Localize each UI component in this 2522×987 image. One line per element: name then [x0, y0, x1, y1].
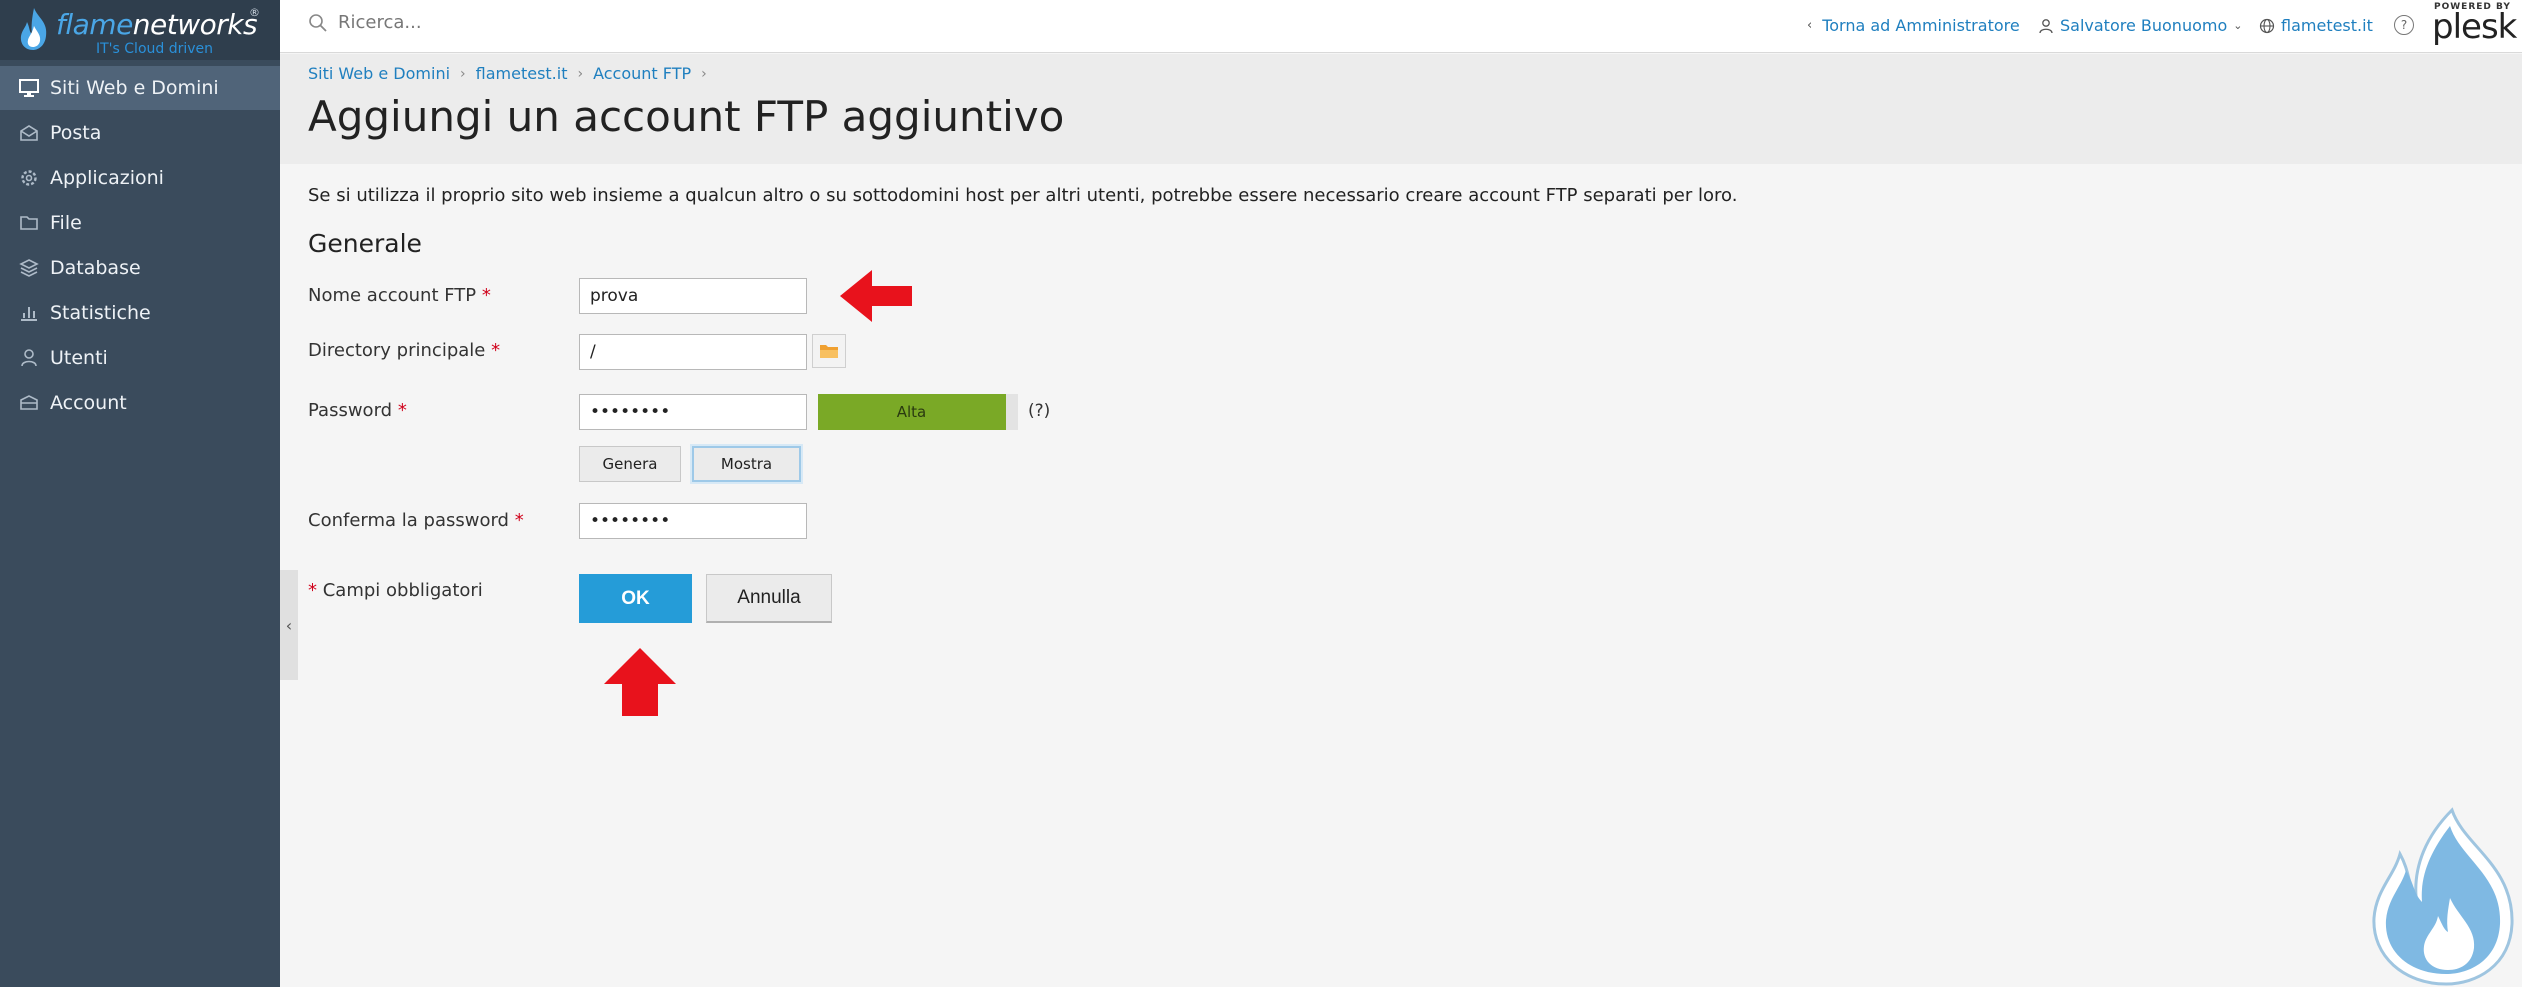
- chevron-down-icon: ⌄: [2233, 19, 2243, 32]
- password-label: Password *: [308, 400, 407, 421]
- sidebar-item-label: File: [50, 212, 82, 234]
- domain-label: flametest.it: [2281, 16, 2373, 35]
- folder-icon: [820, 345, 838, 358]
- browse-folder-button[interactable]: [812, 334, 846, 368]
- required-note-text: Campi obbligatori: [322, 580, 483, 601]
- ok-button[interactable]: OK: [579, 574, 692, 623]
- user-icon: [18, 347, 40, 369]
- required-marker: *: [514, 510, 524, 531]
- password-strength-help[interactable]: (?): [1028, 401, 1050, 421]
- globe-icon: [2259, 18, 2275, 33]
- user-menu[interactable]: Salvatore Buonuomo ⌄: [2038, 16, 2242, 35]
- monitor-icon: [18, 77, 40, 99]
- sidebar-item-account[interactable]: Account: [0, 381, 280, 425]
- password-strength-label: Alta: [896, 403, 927, 421]
- confirm-password-label-text: Conferma la password: [308, 510, 509, 531]
- section-title: Generale: [308, 229, 422, 258]
- sidebar-item-files[interactable]: File: [0, 201, 280, 245]
- confirm-password-label: Conferma la password *: [308, 510, 524, 531]
- sidebar-item-label: Applicazioni: [50, 167, 164, 189]
- user-icon: [2039, 18, 2053, 33]
- sidebar-item-statistics[interactable]: Statistiche: [0, 291, 280, 335]
- sidebar: flamenetworks ® IT's Cloud driven Siti W…: [0, 0, 280, 987]
- home-dir-label: Directory principale *: [308, 340, 500, 361]
- breadcrumb-item[interactable]: Account FTP: [593, 64, 691, 83]
- cancel-button[interactable]: Annulla: [706, 574, 832, 623]
- chevron-left-icon: ‹: [1807, 18, 1813, 33]
- sidebar-item-mail[interactable]: Posta: [0, 111, 280, 155]
- generate-password-button[interactable]: Genera: [579, 446, 681, 482]
- sidebar-item-databases[interactable]: Database: [0, 246, 280, 290]
- ftp-name-label: Nome account FTP *: [308, 285, 491, 306]
- help-button[interactable]: ?: [2394, 15, 2414, 35]
- database-icon: [18, 257, 40, 279]
- brand-name: flamenetworks: [56, 8, 258, 41]
- brand-logo[interactable]: flamenetworks ® IT's Cloud driven: [0, 0, 280, 60]
- domain-link[interactable]: flametest.it: [2259, 16, 2373, 35]
- back-to-admin-label: Torna ad Amministratore: [1822, 16, 2020, 35]
- password-strength-meter: Alta: [818, 394, 1018, 430]
- sidebar-item-users[interactable]: Utenti: [0, 336, 280, 380]
- plesk-logo: plesk: [2432, 7, 2517, 47]
- folder-icon: [18, 212, 40, 234]
- chevron-right-icon: ›: [460, 65, 466, 82]
- breadcrumb-item[interactable]: Siti Web e Domini: [308, 64, 450, 83]
- help-icon: ?: [2400, 18, 2408, 32]
- account-icon: [18, 392, 40, 414]
- sidebar-item-label: Account: [50, 392, 127, 414]
- password-field[interactable]: [579, 394, 807, 430]
- breadcrumb-item[interactable]: flametest.it: [476, 64, 568, 83]
- brand-tagline: IT's Cloud driven: [96, 41, 214, 57]
- top-bar: Ricerca... ‹ Torna ad Amministratore Sal…: [280, 0, 2522, 53]
- confirm-password-field[interactable]: [579, 503, 807, 539]
- search-placeholder: Ricerca...: [338, 12, 422, 33]
- sidebar-item-label: Utenti: [50, 347, 108, 369]
- mail-icon: [18, 122, 40, 144]
- required-marker: *: [397, 400, 407, 421]
- home-dir-label-text: Directory principale: [308, 340, 486, 361]
- annotation-arrow-up-icon: [604, 648, 676, 716]
- ftp-name-field[interactable]: [579, 278, 807, 314]
- sidebar-collapse-toggle[interactable]: ‹: [280, 570, 298, 680]
- search-icon: [309, 13, 327, 32]
- home-dir-field[interactable]: [579, 334, 807, 370]
- show-password-button[interactable]: Mostra: [692, 446, 801, 482]
- page-title: Aggiungi un account FTP aggiuntivo: [308, 92, 1065, 141]
- ftp-name-label-text: Nome account FTP: [308, 285, 477, 306]
- sidebar-item-label: Database: [50, 257, 141, 279]
- required-marker: *: [491, 340, 501, 361]
- required-fields-note: * Campi obbligatori: [308, 580, 483, 601]
- sidebar-item-label: Statistiche: [50, 302, 151, 324]
- annotation-arrow-left-icon: [840, 270, 912, 322]
- password-label-text: Password: [308, 400, 393, 421]
- flame-logo-icon: [20, 8, 47, 50]
- breadcrumb: Siti Web e Domini › flametest.it › Accou…: [308, 64, 717, 83]
- flame-watermark-icon: [2372, 807, 2514, 986]
- chevron-left-icon: ‹: [285, 615, 293, 635]
- user-name: Salvatore Buonuomo: [2060, 16, 2228, 35]
- sidebar-item-label: Siti Web e Domini: [50, 77, 219, 99]
- required-marker: *: [481, 285, 491, 306]
- required-marker: *: [308, 580, 317, 601]
- chevron-right-icon: ›: [577, 65, 584, 82]
- search-input[interactable]: Ricerca...: [308, 12, 422, 33]
- back-to-admin-link[interactable]: ‹ Torna ad Amministratore: [1807, 16, 2020, 35]
- sidebar-item-label: Posta: [50, 122, 102, 144]
- registered-mark: ®: [249, 6, 260, 19]
- sidebar-item-applications[interactable]: Applicazioni: [0, 156, 280, 200]
- bar-chart-icon: [18, 302, 40, 324]
- gear-icon: [18, 167, 40, 189]
- chevron-right-icon: ›: [701, 65, 707, 82]
- sidebar-item-websites[interactable]: Siti Web e Domini: [0, 66, 280, 110]
- page-description: Se si utilizza il proprio sito web insie…: [308, 185, 1738, 206]
